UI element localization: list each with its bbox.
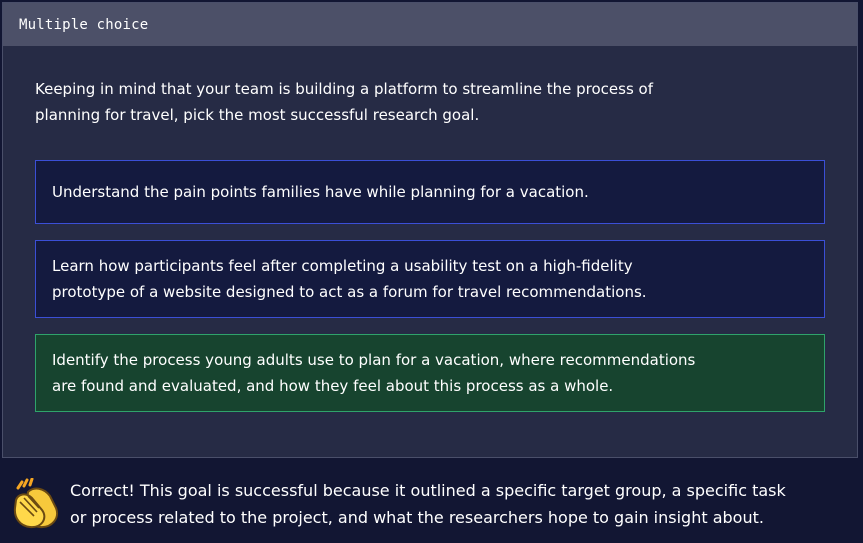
card-header-title: Multiple choice (19, 16, 149, 33)
clapping-hands-icon (13, 478, 58, 529)
answer-option-label: Learn how participants feel after comple… (52, 257, 647, 301)
question-text: Keeping in mind that your team is buildi… (35, 80, 654, 124)
card-header: Multiple choice (3, 3, 857, 46)
answer-option-1[interactable]: Understand the pain points families have… (35, 160, 825, 224)
feedback-text: Correct! This goal is successful because… (70, 481, 786, 527)
answer-option-2[interactable]: Learn how participants feel after comple… (35, 240, 825, 318)
answer-option-3-correct[interactable]: Identify the process young adults use to… (35, 334, 825, 412)
feedback-banner: Correct! This goal is successful because… (8, 474, 858, 534)
question-card: Multiple choice Keeping in mind that you… (2, 2, 858, 458)
answer-option-label: Identify the process young adults use to… (52, 351, 696, 395)
answer-option-label: Understand the pain points families have… (52, 183, 589, 201)
